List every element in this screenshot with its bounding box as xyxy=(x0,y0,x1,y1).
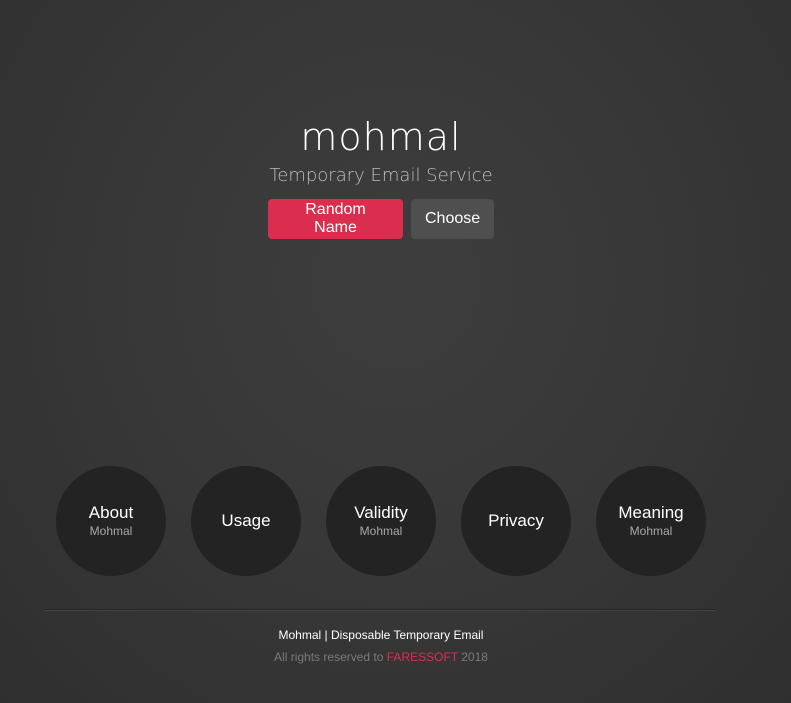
meaning-subtitle: Mohmal xyxy=(629,524,673,538)
usage-circle[interactable]: Usage xyxy=(191,466,301,576)
copyright-year: 2018 xyxy=(457,650,488,664)
privacy-title: Privacy xyxy=(488,511,544,530)
about-title: About xyxy=(88,503,134,522)
logo-prefix: m xyxy=(300,115,339,159)
logo-wrapper: mohmal xyxy=(0,112,762,162)
meaning-circle[interactable]: Meaning Mohmal xyxy=(596,466,706,576)
mohmal-logo[interactable]: mohmal xyxy=(300,112,461,162)
about-circle[interactable]: About Mohmal xyxy=(56,466,166,576)
validity-title: Validity xyxy=(354,503,408,522)
action-buttons: Random Name Choose xyxy=(268,199,494,239)
footer-divider xyxy=(44,609,716,610)
choose-button[interactable]: Choose xyxy=(411,199,494,239)
logo-o-mark: o xyxy=(338,112,362,162)
footer-title: Mohmal | Disposable Temporary Email xyxy=(278,628,484,642)
validity-subtitle: Mohmal xyxy=(359,524,403,538)
about-subtitle: Mohmal xyxy=(89,524,133,538)
privacy-circle[interactable]: Privacy xyxy=(461,466,571,576)
info-circles: About Mohmal Usage Validity Mohmal Priva… xyxy=(56,466,706,576)
logo-o-text: o xyxy=(338,115,363,159)
tagline: Temporary Email Service xyxy=(269,165,493,186)
meaning-title: Meaning xyxy=(618,503,684,522)
usage-title: Usage xyxy=(221,511,271,530)
validity-circle[interactable]: Validity Mohmal xyxy=(326,466,436,576)
rights-text: All rights reserved to xyxy=(274,650,387,664)
footer-copyright: All rights reserved to FARESSOFT 2018 xyxy=(0,650,762,664)
random-name-button[interactable]: Random Name xyxy=(268,199,403,239)
logo-suffix: hmal xyxy=(362,115,462,159)
faressoft-link[interactable]: FARESSOFT xyxy=(387,650,458,664)
